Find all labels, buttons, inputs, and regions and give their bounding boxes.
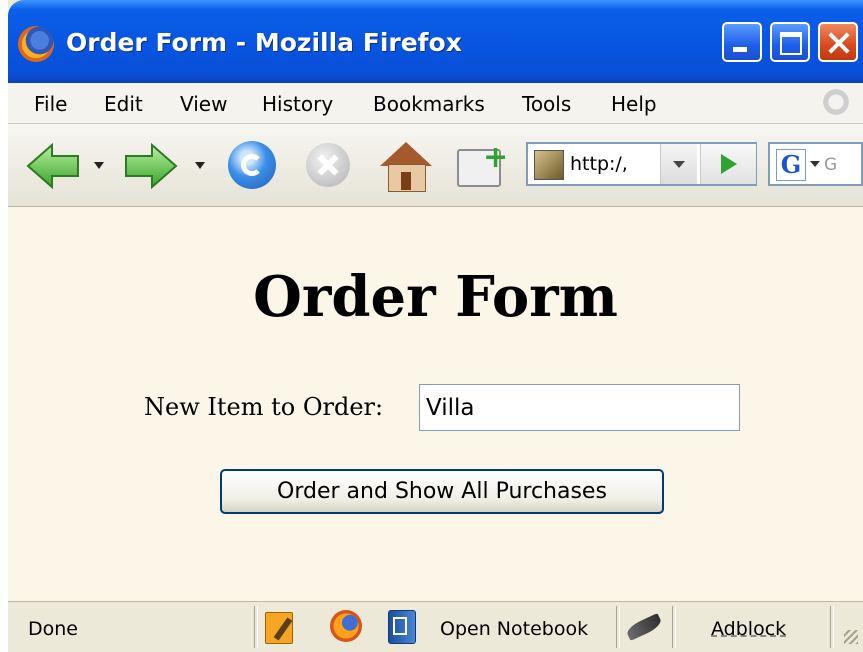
back-arrow-icon[interactable] bbox=[26, 143, 80, 189]
status-divider bbox=[830, 606, 834, 648]
minimize-icon bbox=[724, 24, 760, 60]
order-and-show-button[interactable]: Order and Show All Purchases bbox=[220, 469, 664, 514]
site-favicon-icon bbox=[534, 150, 564, 180]
open-notebook-label[interactable]: Open Notebook bbox=[440, 618, 588, 640]
notepad-icon[interactable] bbox=[265, 612, 293, 644]
menu-edit[interactable]: Edit bbox=[104, 92, 143, 116]
menu-bookmarks[interactable]: Bookmarks bbox=[373, 92, 485, 116]
status-divider bbox=[254, 606, 258, 648]
menu-file[interactable]: File bbox=[34, 92, 67, 116]
home-door bbox=[401, 172, 411, 190]
status-divider bbox=[672, 606, 676, 648]
close-button[interactable] bbox=[818, 22, 858, 62]
minimize-button[interactable] bbox=[722, 22, 762, 62]
adblock-label[interactable]: Adblock bbox=[711, 618, 786, 640]
url-text[interactable]: http:/, bbox=[570, 153, 652, 175]
throbber-icon bbox=[821, 87, 851, 117]
forward-dropdown-icon[interactable] bbox=[195, 162, 205, 169]
search-placeholder: G bbox=[824, 155, 838, 175]
go-button[interactable] bbox=[700, 144, 756, 184]
window-title: Order Form - Mozilla Firefox bbox=[66, 28, 462, 57]
status-text: Done bbox=[28, 618, 78, 640]
close-icon bbox=[820, 24, 856, 60]
menu-history[interactable]: History bbox=[262, 92, 333, 116]
new-tab-icon[interactable]: + bbox=[457, 140, 509, 187]
maximize-icon bbox=[772, 24, 808, 60]
browser-window: Order Form - Mozilla Firefox File Edit V… bbox=[8, 0, 863, 652]
firefox-extension-icon[interactable] bbox=[330, 610, 362, 642]
page-content: Order Form New Item to Order: Order and … bbox=[8, 207, 863, 601]
firefox-icon bbox=[18, 26, 54, 62]
reload-icon[interactable] bbox=[228, 141, 276, 189]
google-icon[interactable]: G bbox=[776, 149, 806, 181]
search-engine-dropdown-icon[interactable] bbox=[810, 161, 820, 167]
menu-view[interactable]: View bbox=[180, 92, 227, 116]
stop-icon[interactable] bbox=[306, 143, 350, 187]
search-box[interactable]: G G bbox=[768, 142, 863, 186]
menu-bar: File Edit View History Bookmarks Tools H… bbox=[8, 83, 863, 124]
maximize-button[interactable] bbox=[770, 22, 810, 62]
back-dropdown-icon[interactable] bbox=[94, 162, 104, 169]
url-bar[interactable]: http:/, bbox=[526, 142, 757, 186]
home-icon[interactable] bbox=[380, 142, 432, 192]
page-title: Order Form bbox=[253, 264, 618, 330]
status-divider bbox=[616, 606, 620, 648]
plus-icon: + bbox=[483, 140, 509, 175]
notebook-icon[interactable] bbox=[388, 610, 416, 644]
feather-icon[interactable] bbox=[626, 614, 666, 638]
resize-grip[interactable] bbox=[844, 630, 858, 644]
url-history-dropdown-icon[interactable] bbox=[660, 144, 697, 184]
new-item-label: New Item to Order: bbox=[144, 393, 384, 421]
menu-help[interactable]: Help bbox=[611, 92, 657, 116]
title-bar[interactable]: Order Form - Mozilla Firefox bbox=[8, 0, 863, 83]
new-item-input[interactable] bbox=[419, 384, 740, 431]
navigation-toolbar: + http:/, G G bbox=[8, 124, 863, 207]
menu-tools[interactable]: Tools bbox=[522, 92, 571, 116]
status-bar: Done Open Notebook Adblock bbox=[8, 601, 863, 652]
forward-arrow-icon[interactable] bbox=[124, 143, 178, 189]
home-roof bbox=[380, 142, 432, 166]
